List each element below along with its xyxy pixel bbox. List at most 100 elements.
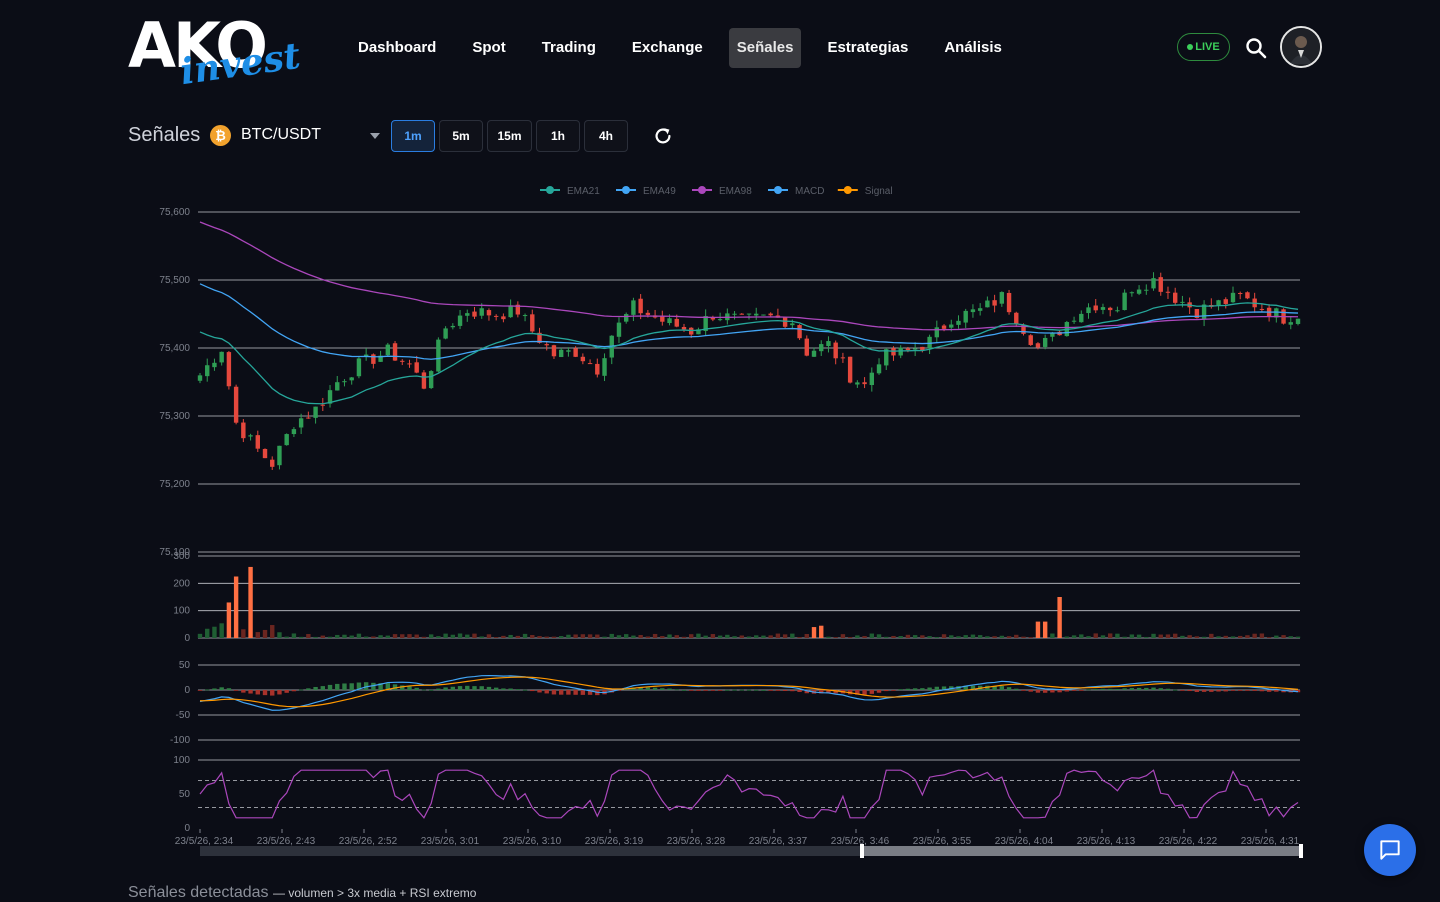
candle-down [941,325,947,329]
macd-histogram-bar [291,690,297,692]
macd-histogram-bar [1216,690,1221,692]
volume-bar [241,629,246,638]
time-tick-label: 23/5/26, 4:22 [1159,836,1218,847]
search-icon[interactable] [1244,36,1268,60]
rsi-tick-label: 100 [173,755,190,766]
macd-histogram-bar [1014,688,1019,690]
volume-bar [1086,636,1091,638]
candle-down [681,326,687,330]
user-avatar[interactable] [1280,26,1322,68]
user-avatar-icon [1282,28,1320,66]
candle-up [558,349,564,358]
macd-histogram-bar [739,689,744,691]
volume-bar [847,637,853,638]
price-tick-label: 75,600 [159,207,190,218]
volume-bar [1050,633,1055,638]
volume-bar [1194,636,1200,638]
macd-histogram-bar [1266,690,1272,692]
live-dot-icon [1187,44,1194,50]
macd-histogram-bar [1115,689,1120,690]
nav-spot[interactable]: Spot [454,28,523,68]
volume-bar [1180,635,1185,638]
volume-bar [949,635,954,638]
nav-trading[interactable]: Trading [524,28,614,68]
macd-histogram-bar [443,687,448,690]
candle-down [573,348,578,357]
time-tick-label: 23/5/26, 4:13 [1077,836,1136,847]
time-tick-label: 23/5/26, 3:28 [667,836,726,847]
macd-histogram-bar [1187,690,1192,692]
volume-bar [826,636,831,638]
volume-bar [631,635,636,638]
candle-up [450,325,456,328]
price-tick-label: 75,400 [159,343,190,354]
volume-bar [566,634,571,638]
refresh-icon[interactable] [652,125,674,147]
volume-bar [284,636,289,638]
trading-chart[interactable]: EMA21 EMA49 EMA98 MACD Signal 75,600 75,500 75… [0,170,1440,870]
timeframe-15m-button[interactable]: 15m [487,120,532,152]
volume-bar [1100,635,1106,638]
nav-dashboard[interactable]: Dashboard [340,28,454,68]
volume-bar [1245,635,1250,638]
time-tick-label: 23/5/26, 4:04 [995,836,1054,847]
timeframe-1h-button[interactable]: 1h [536,120,580,152]
timeframe-4h-button[interactable]: 4h [584,120,628,152]
macd-histogram-bar [667,688,672,690]
nav-analisis[interactable]: Análisis [926,28,1020,68]
chevron-down-icon[interactable] [370,133,380,139]
volume-bar [1136,634,1142,638]
chart-zoom-slider[interactable] [200,844,1303,858]
volume-spike-bar [1042,621,1048,638]
candle-down [768,313,773,316]
volume-bar [335,634,340,638]
nav-estrategias[interactable]: Estrategias [809,28,926,68]
signals-detected-title: Señales detectadas [128,884,269,901]
macd-histogram-bar [335,683,340,690]
candle-down [493,315,499,317]
macd-histogram-bar [1057,690,1062,693]
candle-down [255,435,260,449]
timeframe-1m-button[interactable]: 1m [391,120,435,152]
macd-histogram-bar [1209,690,1214,692]
volume-bar [428,634,434,638]
timeframe-5m-button[interactable]: 5m [439,120,483,152]
ako-invest-logo[interactable]: AKO invest [128,14,303,94]
chart-legend: EMA21 EMA49 EMA98 MACD Signal [540,186,893,197]
volume-bar [320,635,326,638]
nav-senales[interactable]: Señales [728,28,802,68]
macd-histogram-bar [248,690,253,694]
volume-spike-bar [248,566,253,638]
volume-bar [927,636,932,638]
time-tick-label: 23/5/26, 4:31 [1241,836,1300,847]
nav-exchange[interactable]: Exchange [614,28,721,68]
volume-tick-label: 0 [184,633,190,644]
legend-label-ema98: EMA98 [719,186,752,197]
volume-bar [1201,636,1207,638]
macd-histogram-bar [1165,688,1171,690]
volume-bar [920,635,925,638]
candle-down [400,360,405,362]
volume-spike-bar [1057,597,1062,638]
candle-down [486,310,492,316]
candle-down [847,356,853,383]
candle-up [1086,307,1091,314]
candle-down [992,300,997,306]
volume-bar [623,634,629,638]
macd-histogram-bar [754,689,759,691]
volume-bar [754,635,759,638]
candle-down [1238,293,1243,295]
macd-histogram-bar [768,690,773,691]
macd-histogram-bar [421,689,427,691]
macd-histogram-bar [1259,690,1265,692]
candle-down [645,312,651,315]
pair-select-value[interactable]: BTC/USDT [241,126,321,144]
legend-label-signal: Signal [865,186,893,197]
candle-down [1259,308,1265,310]
macd-histogram-bar [472,686,477,690]
macd-histogram-bar [1064,690,1070,692]
chat-button[interactable] [1364,824,1416,876]
volume-bar [1079,634,1084,638]
candle-down [241,422,246,439]
macd-histogram-bar [761,689,766,691]
